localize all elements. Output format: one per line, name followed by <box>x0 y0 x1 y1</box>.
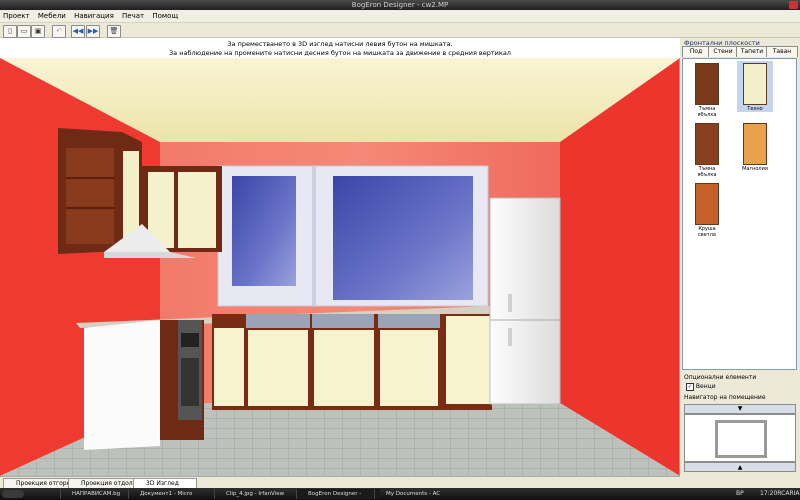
texture-swatch <box>695 63 719 105</box>
room-preview <box>715 420 767 458</box>
forward-icon: ▶▶ <box>87 27 99 35</box>
texture-swatch <box>695 123 719 165</box>
trash-icon: 🗑 <box>109 27 119 35</box>
tab-walls[interactable]: Стени <box>708 46 738 57</box>
navigator-up-button[interactable]: ▲ <box>684 404 796 414</box>
texture-thumbnail[interactable]: Тъмна ябълка <box>689 61 725 118</box>
close-window-icon[interactable] <box>789 1 798 9</box>
menu-bar: Проект Мебели Навигация Печат Помощ <box>0 10 800 23</box>
crown-option[interactable]: ✓ Венци <box>686 383 716 391</box>
rewind-icon: ◀◀ <box>72 27 84 35</box>
taskbar-item[interactable]: НАПРАВИСАМ.bg <box>60 489 136 499</box>
undo-button[interactable]: ↶ <box>52 25 66 38</box>
tab-floor[interactable]: Под <box>682 46 710 57</box>
kitchen-3d-render[interactable] <box>0 58 680 476</box>
end-panel <box>84 320 160 450</box>
texture-swatch <box>695 183 719 225</box>
taskbar-item[interactable]: My Documents - AC <box>374 489 456 499</box>
texture-thumbnail[interactable]: Круша светла <box>689 181 725 238</box>
new-button[interactable]: ▯ <box>3 25 17 38</box>
window-title-bar: BogEron Designer - cw2.MP <box>0 0 800 10</box>
save-button[interactable]: ▣ <box>31 25 45 38</box>
forward-button[interactable]: ▶▶ <box>86 25 100 38</box>
hint-panel: За преместването в 3D изглед натисни лев… <box>0 38 680 58</box>
texture-label: Магнолия <box>742 166 768 172</box>
taskbar-item[interactable]: Clip_4.jpg - IrfanView <box>214 489 302 499</box>
tab-wallpapers[interactable]: Тапети <box>736 46 768 57</box>
crown-checkbox[interactable]: ✓ <box>686 383 694 391</box>
3d-viewport[interactable] <box>0 58 680 476</box>
window-right-pane <box>333 176 473 300</box>
taskbar-item[interactable]: Документ1 - Micro <box>128 489 220 499</box>
window-title: BogEron Designer - cw2.MP <box>351 1 449 9</box>
texture-label: Круша светла <box>698 226 716 238</box>
chevron-up-icon: ▲ <box>737 464 743 471</box>
texture-swatch <box>743 123 767 165</box>
open-button[interactable]: ▭ <box>17 25 31 38</box>
chevron-down-icon: ▲ <box>737 405 743 412</box>
delete-button[interactable]: 🗑 <box>107 25 121 38</box>
menu-navigation[interactable]: Навигация <box>71 10 117 23</box>
rewind-button[interactable]: ◀◀ <box>71 25 85 38</box>
texture-swatch <box>743 63 767 105</box>
crown-checkbox-label: Венци <box>695 383 716 390</box>
menu-print[interactable]: Печат <box>119 10 147 23</box>
new-icon: ▯ <box>8 27 12 35</box>
room-navigator[interactable] <box>684 414 796 462</box>
texture-label: Тъмна ябълка <box>697 106 717 118</box>
texture-thumbnail[interactable]: Тъмна ябълка <box>689 121 725 178</box>
refrigerator <box>489 197 561 405</box>
texture-label: Техно <box>747 106 763 112</box>
save-icon: ▣ <box>34 27 42 35</box>
navigator-title: Навигатор на помещение <box>684 394 766 401</box>
options-title: Опционални елементи <box>684 374 757 381</box>
menu-furniture[interactable]: Мебели <box>35 10 69 23</box>
menu-project[interactable]: Проект <box>0 10 33 23</box>
start-button[interactable] <box>2 490 24 498</box>
navigator-down-button[interactable]: ▲ <box>684 462 796 472</box>
texture-thumbnail[interactable]: Магнолия <box>737 121 773 172</box>
clock: 17:20RCARIA <box>760 490 800 497</box>
menu-help[interactable]: Помощ <box>149 10 181 23</box>
view-tabs: Проекция отгоре Проекция отдолу 3D Изгле… <box>0 476 680 490</box>
undo-icon: ↶ <box>56 27 62 35</box>
tab-ceiling[interactable]: Таван <box>766 46 798 57</box>
language-indicator[interactable]: BP <box>736 488 744 500</box>
window-left-pane <box>232 176 296 286</box>
texture-thumbnail-selected[interactable]: Техно <box>737 61 773 112</box>
hint-line-2: За наблюдение на промените натисни десни… <box>169 48 511 57</box>
texture-label: Тъмна ябълка <box>697 166 717 178</box>
toolbar: ▯ ▭ ▣ ↶ ◀◀ ▶▶ 🗑 <box>0 23 800 38</box>
texture-list[interactable]: Тъмна ябълка Техно Тъмна ябълка Магнолия… <box>682 58 797 370</box>
quick-launch[interactable] <box>28 490 58 498</box>
taskbar-item-active[interactable]: BogEron Designer - <box>296 489 380 499</box>
taskbar: НАПРАВИСАМ.bg Документ1 - Micro Clip_4.j… <box>0 488 800 500</box>
open-icon: ▭ <box>20 27 28 35</box>
hint-line-1: За преместването в 3D изглед натисни лев… <box>227 40 453 48</box>
